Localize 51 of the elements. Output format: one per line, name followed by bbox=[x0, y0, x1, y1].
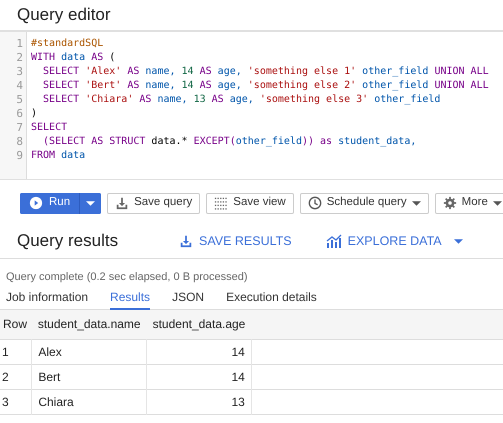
status-text: Query complete (0.2 sec elapsed, 0 B processed) bbox=[5, 270, 249, 285]
table-cell: 14 bbox=[146, 364, 252, 389]
table-cell: Chiara bbox=[32, 389, 147, 414]
settings-icon bbox=[442, 196, 457, 210]
section-title: Query results bbox=[17, 230, 120, 252]
action-button[interactable]: SAVE RESULTS bbox=[179, 232, 292, 250]
column-header: student_data.age bbox=[146, 310, 252, 339]
column-header: Row bbox=[0, 310, 32, 339]
clock-icon bbox=[308, 196, 322, 210]
line-number: 4 bbox=[16, 79, 23, 93]
tab[interactable]: JSON bbox=[172, 286, 204, 310]
table-cell: 2 bbox=[0, 364, 32, 389]
toolbar-button[interactable]: Save view bbox=[206, 192, 294, 214]
chart-icon bbox=[326, 233, 342, 249]
table-cell: 3 bbox=[0, 389, 32, 414]
table-cell: 13 bbox=[146, 389, 252, 414]
code-line: SELECT bbox=[31, 121, 68, 135]
column-header: student_data.name bbox=[32, 310, 147, 339]
toolbar-button[interactable]: Schedule query bbox=[300, 192, 429, 214]
line-number: 8 bbox=[16, 135, 23, 149]
code-line: (SELECT AS STRUCT data.* EXCEPT(other_field)) as student_data, bbox=[42, 135, 416, 149]
toolbar-button[interactable]: Save query bbox=[107, 192, 200, 214]
line-number: 3 bbox=[16, 65, 23, 79]
code-line: ) bbox=[31, 107, 38, 121]
line-number: 7 bbox=[16, 121, 23, 135]
line-number: 9 bbox=[16, 149, 23, 163]
line-number: 2 bbox=[16, 51, 23, 65]
dot-grid-icon bbox=[214, 196, 228, 210]
action-button[interactable]: EXPLORE DATA bbox=[326, 232, 463, 250]
line-number: 5 bbox=[16, 93, 23, 107]
page-title: Query editor bbox=[16, 4, 112, 26]
play-icon bbox=[29, 196, 43, 210]
download-icon bbox=[115, 196, 130, 210]
code-line: SELECT 'Alex' AS name, 14 AS age, 'something else 1' other_field UNION ALL bbox=[42, 65, 489, 79]
line-number: 1 bbox=[16, 37, 23, 51]
table-cell: 1 bbox=[0, 339, 32, 364]
code-line: FROM data bbox=[31, 149, 86, 163]
download-icon bbox=[179, 234, 193, 248]
table-cell: 14 bbox=[146, 339, 252, 364]
tab[interactable]: Job information bbox=[6, 286, 88, 310]
code-line: #standardSQL bbox=[31, 37, 104, 51]
code-line: WITH data AS ( bbox=[31, 51, 116, 65]
line-number: 6 bbox=[16, 107, 23, 121]
code-editor[interactable] bbox=[0, 30, 503, 180]
table-cell: Bert bbox=[32, 364, 147, 389]
toolbar-button[interactable]: More bbox=[434, 192, 503, 214]
code-line: SELECT 'Chiara' AS name, 13 AS age, 'something else 3' other_field bbox=[42, 93, 440, 107]
run-dropdown[interactable] bbox=[79, 192, 102, 214]
table-cell: Alex bbox=[32, 339, 147, 364]
code-line: SELECT 'Bert' AS name, 14 AS age, 'something else 2' other_field UNION ALL bbox=[42, 79, 489, 93]
tab[interactable]: Execution details bbox=[226, 286, 317, 310]
